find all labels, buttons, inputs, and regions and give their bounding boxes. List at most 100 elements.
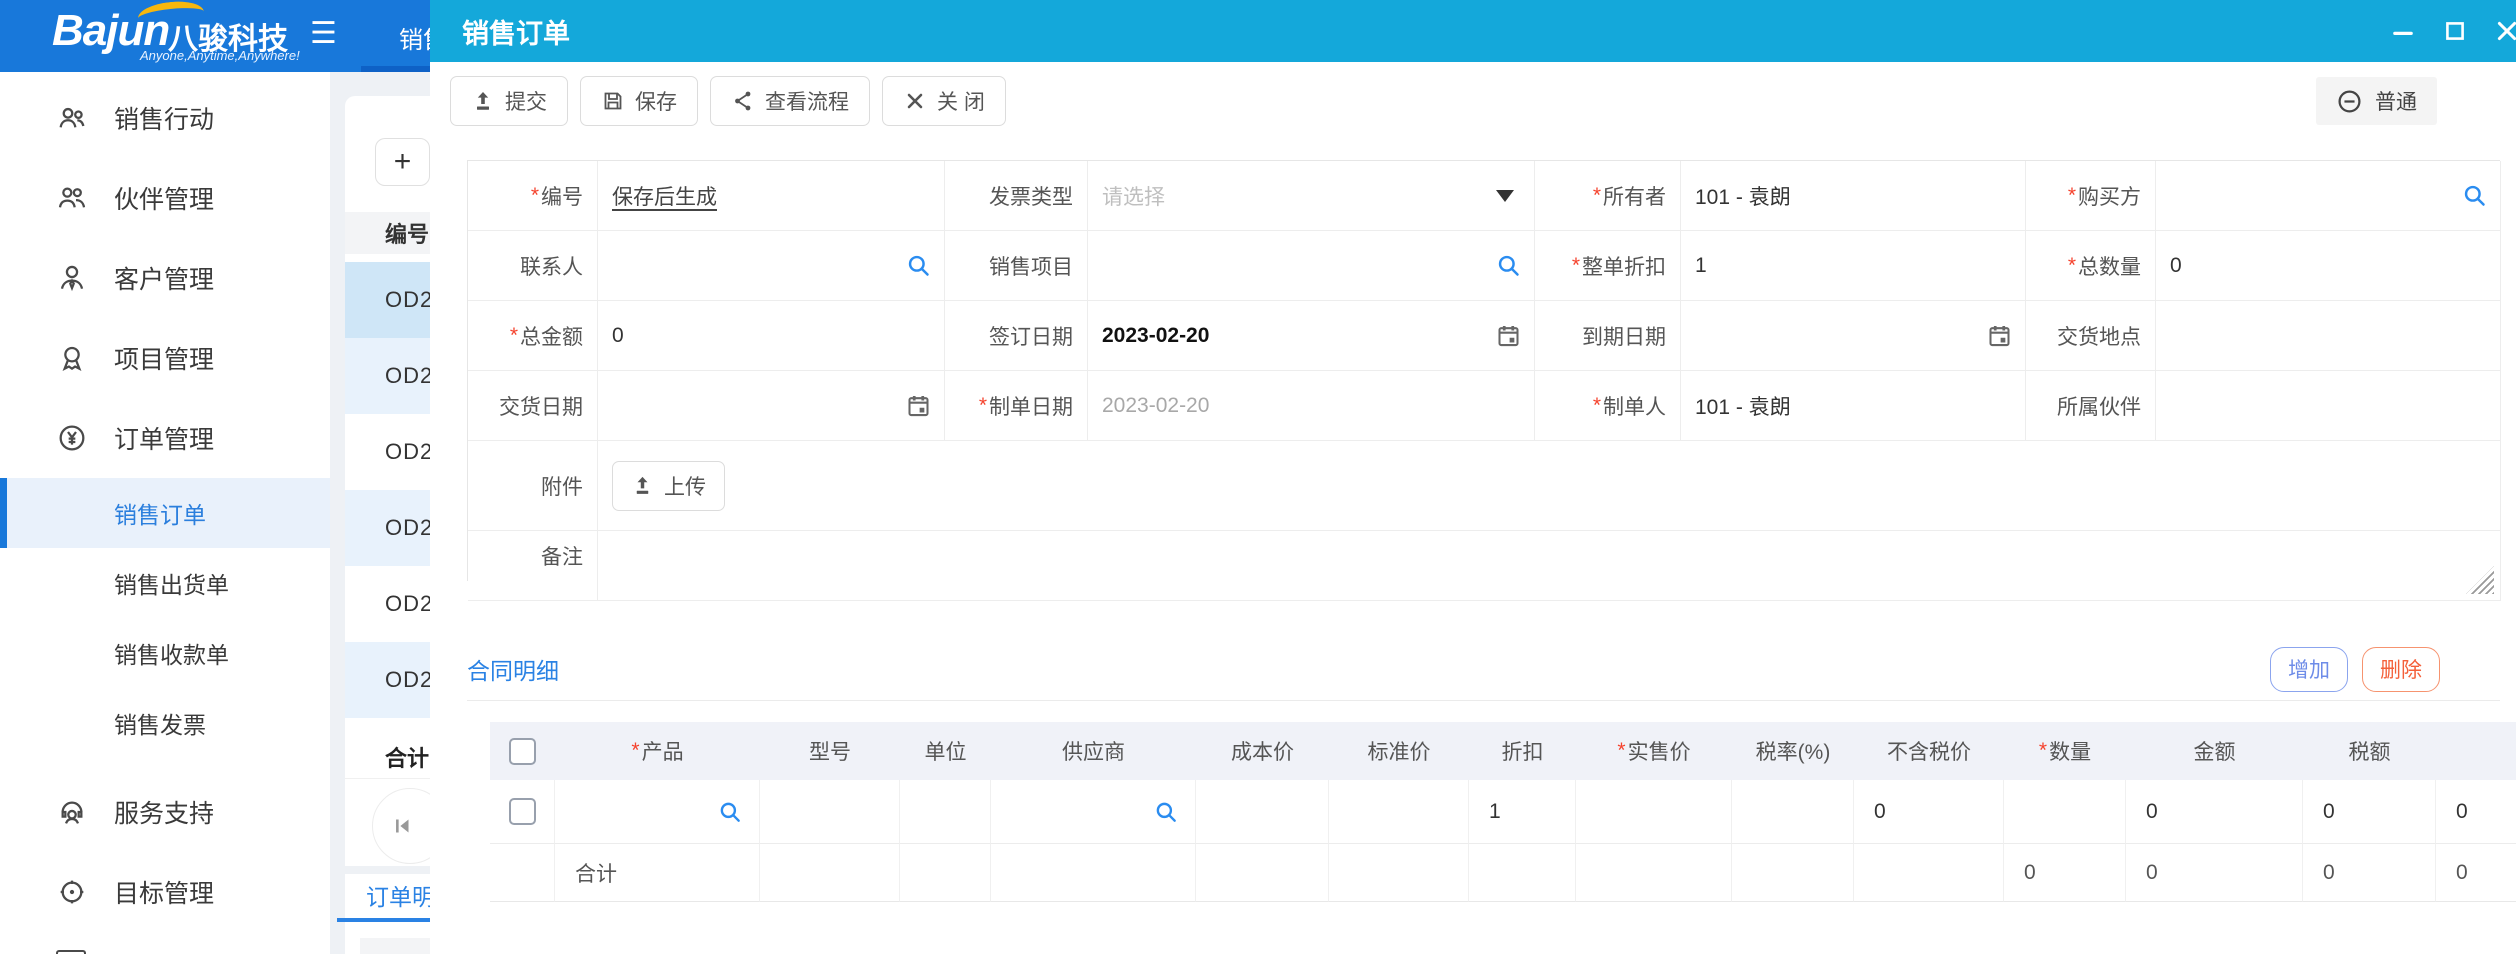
sidebar-subitem-sales-invoice[interactable]: 销售发票 xyxy=(0,688,330,758)
delete-row-button[interactable]: 删除 xyxy=(2362,647,2440,692)
creation-date-field[interactable]: 2023-02-20 xyxy=(1088,371,1535,441)
add-row-button[interactable]: 增加 xyxy=(2270,647,2348,692)
standard-price-cell[interactable] xyxy=(1329,780,1469,844)
due-date-field[interactable] xyxy=(1681,301,2026,371)
sidebar-subitem-label: 销售收款单 xyxy=(114,636,229,670)
col-tax-rate: 税率(%) xyxy=(1732,722,1854,780)
list-item[interactable]: OD2 xyxy=(345,642,430,718)
field-label-creation-date: *制单日期 xyxy=(945,371,1088,441)
creator-field[interactable]: 101 - 袁朗 xyxy=(1681,371,2026,441)
sidebar-item-sales-action[interactable]: 销售行动 xyxy=(0,78,330,158)
minimize-button[interactable] xyxy=(2388,16,2418,46)
resize-handle-icon[interactable] xyxy=(2466,566,2494,594)
add-record-button[interactable]: + xyxy=(375,138,430,186)
close-window-button[interactable] xyxy=(2492,16,2516,46)
sidebar-item-label: 伙伴管理 xyxy=(114,180,214,216)
invoice-type-select[interactable]: 请选择 xyxy=(1088,161,1535,231)
extra-cell[interactable]: 0 xyxy=(2436,780,2516,844)
list-item[interactable]: OD2 xyxy=(345,490,430,566)
total-cell xyxy=(991,844,1196,902)
list-item[interactable]: OD2 xyxy=(345,566,430,642)
calendar-icon[interactable] xyxy=(1495,322,1522,349)
select-all-header-cell xyxy=(490,722,555,780)
signing-date-field[interactable]: 2023-02-20 xyxy=(1088,301,1535,371)
search-icon[interactable] xyxy=(1495,252,1522,279)
sidebar: 销售行动 伙伴管理 客户管理 项目管理 订单管理 销售订单 销售出货单 销售收款… xyxy=(0,72,330,954)
order-discount-field[interactable]: 1 xyxy=(1681,231,2026,301)
sidebar-subitem-sales-order[interactable]: 销售订单 xyxy=(0,478,330,548)
section-title: 合同明细 xyxy=(467,652,559,686)
calendar-icon[interactable] xyxy=(1986,322,2013,349)
unit-cell[interactable] xyxy=(900,780,991,844)
search-icon[interactable] xyxy=(1153,799,1179,825)
search-icon[interactable] xyxy=(717,799,743,825)
contract-detail-section: 合同明细 增加 删除 xyxy=(467,645,2500,693)
save-button[interactable]: 保存 xyxy=(580,76,698,126)
tax-rate-cell[interactable] xyxy=(1732,780,1854,844)
contact-field[interactable] xyxy=(598,231,945,301)
tab-order-detail[interactable]: 订单明 xyxy=(366,878,435,912)
supplier-cell[interactable] xyxy=(991,780,1196,844)
list-item[interactable]: OD2 xyxy=(345,414,430,490)
product-cell[interactable] xyxy=(555,780,760,844)
amount-cell[interactable]: 0 xyxy=(2126,780,2303,844)
view-flow-button[interactable]: 查看流程 xyxy=(710,76,870,126)
upload-button[interactable]: 上传 xyxy=(612,461,725,511)
cost-price-cell[interactable] xyxy=(1196,780,1329,844)
actual-price-cell[interactable] xyxy=(1576,780,1732,844)
discount-cell[interactable]: 1 xyxy=(1469,780,1576,844)
list-item[interactable]: OD2 xyxy=(345,262,430,338)
submit-button[interactable]: 提交 xyxy=(450,76,568,126)
partners-icon xyxy=(56,182,88,214)
logo-tagline: Anyone,Anytime,Anywhere! xyxy=(140,48,300,63)
sidebar-item-customer-management[interactable]: 客户管理 xyxy=(0,238,330,318)
sidebar-item-order-management[interactable]: 订单管理 xyxy=(0,398,330,478)
select-all-checkbox[interactable] xyxy=(509,738,536,765)
search-icon[interactable] xyxy=(905,252,932,279)
buyer-field[interactable] xyxy=(2156,161,2501,231)
close-button[interactable]: 关 闭 xyxy=(882,76,1006,126)
total-label-cell: 合计 xyxy=(555,844,760,902)
hamburger-menu-icon[interactable]: ☰ xyxy=(310,16,337,51)
field-label-buyer: *购买方 xyxy=(2026,161,2156,231)
sidebar-item-target-management[interactable]: 目标管理 xyxy=(0,852,330,932)
search-icon[interactable] xyxy=(2461,182,2488,209)
sidebar-subitem-sales-shipment[interactable]: 销售出货单 xyxy=(0,548,330,618)
field-label-delivery-place: 交货地点 xyxy=(2026,301,2156,371)
sidebar-item-partner-management[interactable]: 伙伴管理 xyxy=(0,158,330,238)
field-label-invoice-type: 发票类型 xyxy=(945,161,1088,231)
sales-project-field[interactable] xyxy=(1088,231,1535,301)
partner-field[interactable] xyxy=(2156,371,2501,441)
view-flow-label: 查看流程 xyxy=(765,86,849,116)
delivery-place-field[interactable] xyxy=(2156,301,2501,371)
sidebar-item-label: 目标管理 xyxy=(114,874,214,910)
model-cell[interactable] xyxy=(760,780,900,844)
col-price-excl-tax: 不含税价 xyxy=(1854,722,2004,780)
calendar-icon[interactable] xyxy=(905,392,932,419)
total-cell xyxy=(760,844,900,902)
chevron-down-icon[interactable] xyxy=(1496,190,1514,202)
row-checkbox[interactable] xyxy=(509,798,536,825)
tax-amount-cell[interactable]: 0 xyxy=(2303,780,2436,844)
owner-field[interactable]: 101 - 袁朗 xyxy=(1681,161,2026,231)
delivery-date-field[interactable] xyxy=(598,371,945,441)
list-item[interactable]: OD2 xyxy=(345,338,430,414)
field-label-total-amount: *总金额 xyxy=(468,301,598,371)
total-cell xyxy=(1854,844,2004,902)
field-label-total-quantity: *总数量 xyxy=(2026,231,2156,301)
flow-share-icon xyxy=(731,89,755,113)
total-amount-field[interactable]: 0 xyxy=(598,301,945,371)
divider xyxy=(345,778,430,779)
total-quantity-field[interactable]: 0 xyxy=(2156,231,2501,301)
order-number-field[interactable]: 保存后生成 xyxy=(598,161,945,231)
sidebar-subitem-sales-receipt[interactable]: 销售收款单 xyxy=(0,618,330,688)
quantity-cell[interactable] xyxy=(2004,780,2126,844)
remark-textarea[interactable] xyxy=(598,511,2501,601)
sidebar-item-service-support[interactable]: 服务支持 xyxy=(0,772,330,852)
price-excl-tax-cell[interactable]: 0 xyxy=(1854,780,2004,844)
active-tab-underline xyxy=(337,918,430,922)
sidebar-item-project-management[interactable]: 项目管理 xyxy=(0,318,330,398)
row-select-cell xyxy=(490,780,555,844)
maximize-button[interactable] xyxy=(2440,16,2470,46)
priority-selector[interactable]: 普通 xyxy=(2316,77,2437,125)
